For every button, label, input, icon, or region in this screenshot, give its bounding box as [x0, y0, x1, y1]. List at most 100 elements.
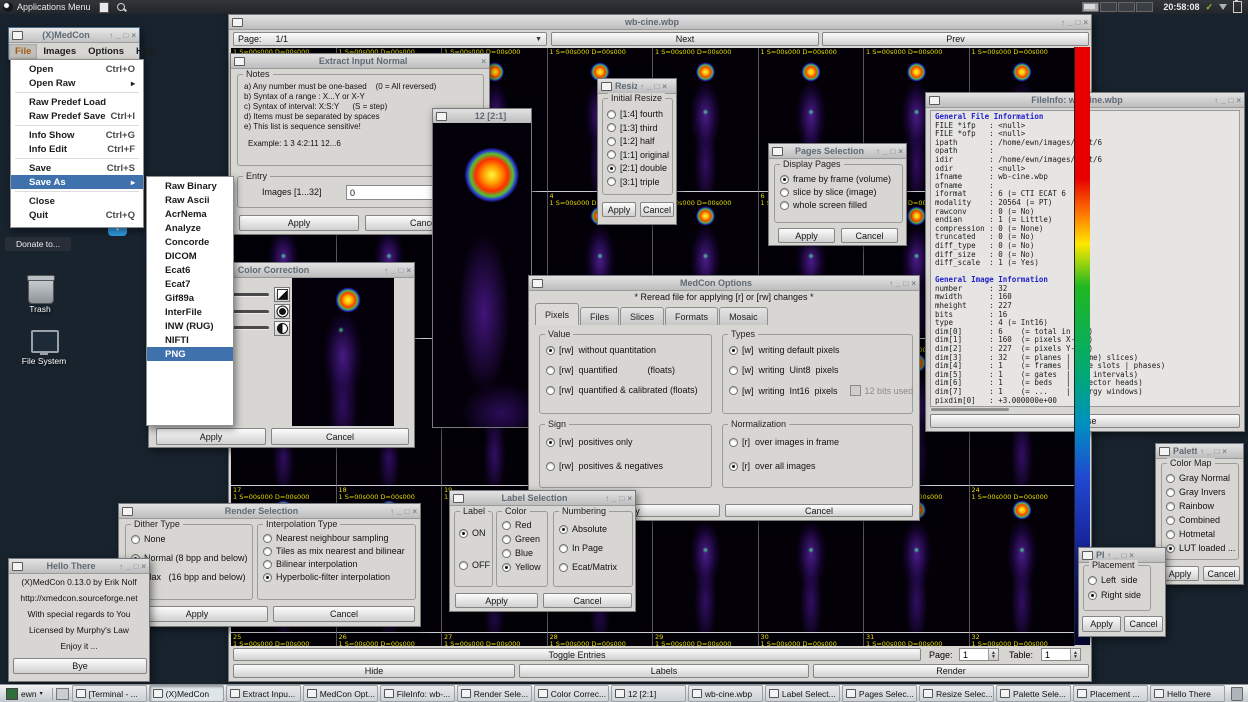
applications-menu[interactable]: Applications Menu	[17, 2, 91, 12]
menu-item-open-raw[interactable]: Open Raw▸	[11, 76, 143, 90]
taskbar-button-render-sele[interactable]: Render Sele...	[457, 685, 532, 702]
radio-rainbow[interactable]: Rainbow	[1166, 501, 1235, 511]
radio-w-writing-default-pixels[interactable]: [w] writing default pixels	[729, 345, 913, 355]
cancel-button[interactable]: Cancel	[271, 428, 409, 445]
taskbar-button-extract-inpu[interactable]: Extract Inpu...	[226, 685, 301, 702]
bye-button[interactable]: Bye	[13, 658, 147, 674]
next-button[interactable]: Next	[551, 32, 819, 46]
options-titlebar[interactable]: MedCon Options ↑_□×	[529, 276, 919, 291]
radio-whole-screen-filled[interactable]: whole screen filled	[780, 200, 891, 210]
filesystem-desktop-label[interactable]: File System	[13, 356, 75, 366]
radio-w-writing-uint8-pixels[interactable]: [w] writing Uint8 pixels	[729, 365, 913, 375]
taskbar-button-color-correc[interactable]: Color Correc...	[534, 685, 609, 702]
menu-images[interactable]: Images	[37, 44, 82, 59]
page-selector[interactable]: Page: 1/1 ▼	[233, 32, 547, 46]
render-titlebar[interactable]: Render Selection ↑_□×	[119, 504, 420, 519]
radio-hyperbolic-filter-interpolation[interactable]: Hyperbolic-filter interpolation	[263, 572, 405, 582]
taskbar-button-12-2-1[interactable]: 12 [2:1]	[611, 685, 686, 702]
image-cell[interactable]: 27 1 S=00s000 D=00s000	[442, 632, 548, 646]
menu-help[interactable]: Help	[130, 44, 163, 59]
radio-bilinear-interpolation[interactable]: Bilinear interpolation	[263, 559, 405, 569]
menu-item-raw-predef-save[interactable]: Raw Predef SaveCtrl+I	[11, 109, 143, 123]
table-spinner[interactable]: 1▲▼	[1041, 648, 1081, 661]
radio-red[interactable]: Red	[502, 520, 541, 530]
menu-item-concorde[interactable]: Concorde	[147, 235, 233, 249]
contrast-icon-button[interactable]	[274, 321, 290, 336]
zoomed-brain-image[interactable]	[433, 123, 531, 427]
radio-1-2-half[interactable]: [1:2] half	[607, 136, 669, 146]
apply-button[interactable]: Apply	[455, 593, 538, 608]
tab-mosaic[interactable]: Mosaic	[719, 307, 768, 325]
taskbar-trash-icon[interactable]	[1231, 687, 1243, 701]
radio-combined[interactable]: Combined	[1166, 515, 1235, 525]
taskbar-button-medcon-opt[interactable]: MedCon Opt...	[303, 685, 378, 702]
user-menu[interactable]: ewn ▾	[0, 688, 49, 700]
pages-titlebar[interactable]: Pages Selection ↑_□×	[769, 144, 906, 159]
taskbar-button-resize-selec[interactable]: Resize Selec...	[919, 685, 994, 702]
tab-formats[interactable]: Formats	[665, 307, 718, 325]
notes-icon[interactable]	[99, 2, 109, 13]
radio-absolute[interactable]: Absolute	[559, 524, 617, 534]
image-cell[interactable]: 25 1 S=00s000 D=00s000	[231, 632, 337, 646]
render-button[interactable]: Render	[813, 664, 1089, 678]
checkbox-icon[interactable]	[850, 385, 861, 396]
apply-button[interactable]: Apply	[156, 428, 266, 445]
cancel-button[interactable]: Cancel	[543, 593, 632, 608]
radio-rw-positives-negatives[interactable]: [rw] positives & negatives	[546, 461, 663, 471]
radio-rw-quantified-floats[interactable]: [rw] quantified (floats)	[546, 365, 698, 375]
taskbar-button-placement[interactable]: Placement ...	[1073, 685, 1148, 702]
page-spinner[interactable]: 1▲▼	[959, 648, 999, 661]
notification-icon[interactable]	[1219, 4, 1227, 10]
image-cell[interactable]: 29 1 S=00s000 D=00s000	[653, 632, 759, 646]
gamma-icon-button[interactable]	[274, 287, 290, 302]
menu-item-info-show[interactable]: Info ShowCtrl+G	[11, 128, 143, 142]
filesystem-icon[interactable]	[31, 330, 59, 353]
radio-in-page[interactable]: In Page	[559, 543, 617, 553]
radio-right-side[interactable]: Right side	[1088, 590, 1141, 600]
radio-nearest-neighbour-sampling[interactable]: Nearest neighbour sampling	[263, 533, 405, 543]
radio-1-1-original[interactable]: [1:1] original	[607, 150, 669, 160]
image-cell[interactable]: 26 1 S=00s000 D=00s000	[337, 632, 443, 646]
radio-green[interactable]: Green	[502, 534, 541, 544]
radio-yellow[interactable]: Yellow	[502, 562, 541, 572]
hide-button[interactable]: Hide	[233, 664, 515, 678]
menu-item-inw-rug[interactable]: INW (RUG)	[147, 319, 233, 333]
taskbar-button-palette-sele[interactable]: Palette Sele...	[996, 685, 1071, 702]
radio-ecat-matrix[interactable]: Ecat/Matrix	[559, 562, 617, 572]
taskbar-button-terminal[interactable]: [Terminal - ...	[72, 685, 147, 702]
horizontal-scrollbar[interactable]	[931, 408, 1009, 411]
radio-lut-loaded[interactable]: LUT loaded ...	[1166, 543, 1235, 553]
trash-desktop-label[interactable]: Trash	[16, 304, 64, 314]
label-titlebar[interactable]: Label Selection ↑_□×	[450, 491, 635, 506]
cancel-button[interactable]: Cancel	[640, 202, 674, 217]
menu-item-open[interactable]: OpenCtrl+O	[11, 62, 143, 76]
search-icon[interactable]	[117, 3, 125, 11]
prev-button[interactable]: Prev	[822, 32, 1089, 46]
menu-item-gif89a[interactable]: Gif89a	[147, 291, 233, 305]
menu-item-dicom[interactable]: DICOM	[147, 249, 233, 263]
radio-frame-by-frame-volume[interactable]: frame by frame (volume)	[780, 174, 891, 184]
window-buttons[interactable]: ↑_□×	[1061, 18, 1088, 27]
tab-pixels[interactable]: Pixels	[535, 303, 579, 325]
wbcine-titlebar[interactable]: wb-cine.wbp ↑_□×	[229, 15, 1091, 30]
menu-item-nifti[interactable]: NIFTI	[147, 333, 233, 347]
radio-on[interactable]: ON	[459, 528, 490, 538]
cancel-button[interactable]: Cancel	[273, 606, 415, 622]
image-cell[interactable]: 30 1 S=00s000 D=00s000	[759, 632, 865, 646]
taskbar-button-label-select[interactable]: Label Select...	[765, 685, 840, 702]
menu-item-ecat6[interactable]: Ecat6	[147, 263, 233, 277]
cancel-button[interactable]: Cancel	[1203, 566, 1240, 581]
radio-1-4-fourth[interactable]: [1:4] fourth	[607, 109, 669, 119]
taskbar-button-x-medcon[interactable]: (X)MedCon	[149, 685, 224, 702]
image-cell[interactable]: 32 1 S=00s000 D=00s000	[970, 632, 1076, 646]
menu-options[interactable]: Options	[82, 44, 130, 59]
brightness-icon-button[interactable]	[274, 304, 290, 319]
medcon-titlebar[interactable]: (X)MedCon ↑_□×	[9, 28, 139, 43]
menu-item-png[interactable]: PNG	[147, 347, 233, 361]
radio-rw-quantified-calibrated-floats[interactable]: [rw] quantified & calibrated (floats)	[546, 385, 698, 395]
cancel-button[interactable]: Cancel	[1124, 616, 1163, 632]
tab-slices[interactable]: Slices	[620, 307, 664, 325]
trash-icon[interactable]	[28, 278, 54, 304]
tab-files[interactable]: Files	[580, 307, 619, 325]
window-buttons[interactable]: ↑_□×	[1214, 96, 1241, 105]
